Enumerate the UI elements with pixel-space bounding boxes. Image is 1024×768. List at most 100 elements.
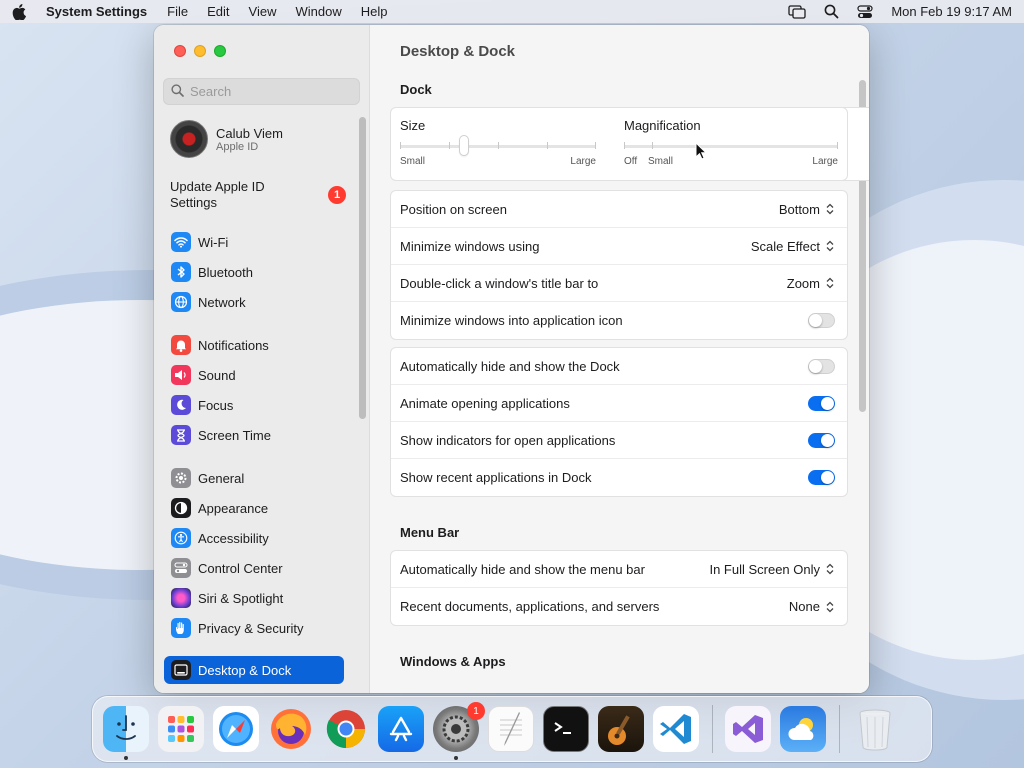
show-recent-apps-row: Show recent applications in Dock [391,459,847,496]
sidebar-item-sound[interactable]: Sound [164,361,344,389]
sidebar-item-notifications[interactable]: Notifications [164,331,344,359]
menu-view[interactable]: View [249,4,277,19]
minimize-into-app-icon-row: Minimize windows into application icon [391,302,847,339]
window-controls [174,45,226,57]
minimize-effect-popup[interactable]: Scale Effect [751,239,835,254]
hand-icon [171,618,191,638]
safari-icon[interactable] [213,706,259,752]
sidebar-item-label: Desktop & Dock [198,662,292,678]
menubar-clock[interactable]: Mon Feb 19 9:17 AM [891,4,1012,19]
sidebar-item-bluetooth[interactable]: Bluetooth [164,258,344,286]
chrome-icon[interactable] [323,706,369,752]
sidebar-item-control-center[interactable]: Control Center [164,554,344,582]
finder-icon[interactable] [103,706,149,760]
sidebar-item-accessibility[interactable]: Accessibility [164,524,344,552]
speaker-icon [171,365,191,385]
show-recent-apps-toggle[interactable] [808,470,835,485]
menu-help[interactable]: Help [361,4,388,19]
minimize-windows-using-row: Minimize windows using Scale Effect [391,228,847,265]
terminal-icon[interactable] [543,706,589,752]
section-heading-menu-bar: Menu Bar [400,525,460,540]
menu-edit[interactable]: Edit [207,4,229,19]
spotlight-search-icon[interactable] [824,4,839,19]
popup-value: None [788,599,820,614]
firefox-icon[interactable] [268,706,314,752]
row-label: Recent documents, applications, and serv… [400,599,660,614]
visual-studio-icon[interactable] [725,706,771,752]
control-center-icon[interactable] [857,4,873,19]
weather-icon[interactable] [780,706,826,752]
minimize-into-app-icon-toggle[interactable] [808,313,835,328]
dock-size-magnification-group: Size Small Large Magnification Off Small… [390,107,848,181]
sidebar-item-screen-time[interactable]: Screen Time [164,421,344,449]
menu-window[interactable]: Window [295,4,341,19]
row-label: Position on screen [400,201,507,217]
magnification-max-label: Large [812,156,838,167]
row-label: Show recent applications in Dock [400,470,592,485]
control-center-icon [171,558,191,578]
sidebar-item-label: Bluetooth [198,264,253,280]
show-indicators-row: Show indicators for open applications [391,422,847,459]
garageband-icon[interactable] [598,706,644,752]
sidebar-item-label: Accessibility [198,530,269,546]
sidebar: Calub Viem Apple ID Update Apple ID Sett… [154,25,370,693]
wifi-icon [171,232,191,252]
sidebar-item-label: Privacy & Security [198,620,304,636]
autohide-menubar-popup[interactable]: In Full Screen Only [709,562,835,577]
recent-documents-row: Recent documents, applications, and serv… [391,588,847,625]
sidebar-scrollbar[interactable] [359,117,366,419]
sidebar-item-privacy-security[interactable]: Privacy & Security [164,614,344,642]
sidebar-item-siri-spotlight[interactable]: Siri & Spotlight [164,584,344,612]
double-click-action-popup[interactable]: Zoom [787,276,835,291]
sidebar-item-wifi[interactable]: Wi-Fi [164,228,344,256]
apple-menu-icon[interactable] [12,3,32,20]
magnification-slider[interactable]: Magnification Off Small Large [624,118,838,167]
close-button[interactable] [174,45,186,57]
row-label: Minimize windows into application icon [400,313,623,328]
zoom-button[interactable] [214,45,226,57]
animate-opening-row: Animate opening applications [391,385,847,422]
row-label: Automatically hide and show the menu bar [400,561,645,577]
textedit-icon[interactable] [488,706,534,752]
search-input[interactable] [190,84,350,99]
screen-mirroring-icon[interactable] [788,4,806,19]
apple-id-profile[interactable]: Calub Viem Apple ID [170,120,283,158]
appearance-icon [171,498,191,518]
launchpad-icon[interactable] [158,706,204,752]
menu-bar-options-group: Automatically hide and show the menu bar… [390,550,848,626]
menu-file[interactable]: File [167,4,188,19]
vscode-icon[interactable] [653,706,699,752]
row-label: Automatically hide and show the Dock [400,358,620,374]
sidebar-item-label: Siri & Spotlight [198,590,284,606]
moon-icon [171,395,191,415]
minimize-button[interactable] [194,45,206,57]
position-popup[interactable]: Bottom [779,202,835,217]
notifications-bell-icon [171,335,191,355]
trash-icon[interactable] [852,706,898,752]
row-label: Minimize windows using [400,238,540,254]
show-indicators-toggle[interactable] [808,432,835,448]
siri-icon [171,588,191,608]
sidebar-item-focus[interactable]: Focus [164,391,344,419]
autohide-dock-toggle[interactable] [808,358,835,374]
menu-app-name[interactable]: System Settings [46,4,147,19]
system-settings-icon[interactable]: 1 [433,702,485,760]
app-store-icon[interactable] [378,706,424,752]
sidebar-item-general[interactable]: General [164,464,344,492]
update-apple-id-item[interactable]: Update Apple ID Settings 1 [170,179,350,211]
chevron-updown-icon [824,562,835,576]
magnification-slider-track[interactable] [624,145,838,148]
menu-bar: System Settings File Edit View Window He… [0,0,1024,23]
double-click-title-bar-row: Double-click a window's title bar to Zoo… [391,265,847,302]
size-slider[interactable]: Size Small Large [400,118,596,167]
sidebar-item-desktop-dock[interactable]: Desktop & Dock [164,656,344,684]
popup-value: Zoom [786,275,820,291]
sidebar-item-appearance[interactable]: Appearance [164,494,344,522]
popup-value: Bottom [778,201,820,217]
animate-opening-toggle[interactable] [808,395,835,411]
recent-documents-popup[interactable]: None [789,599,835,614]
chevron-updown-icon [824,276,835,290]
size-min-label: Small [400,156,426,167]
size-slider-thumb[interactable] [460,136,468,155]
sidebar-item-network[interactable]: Network [164,288,344,316]
